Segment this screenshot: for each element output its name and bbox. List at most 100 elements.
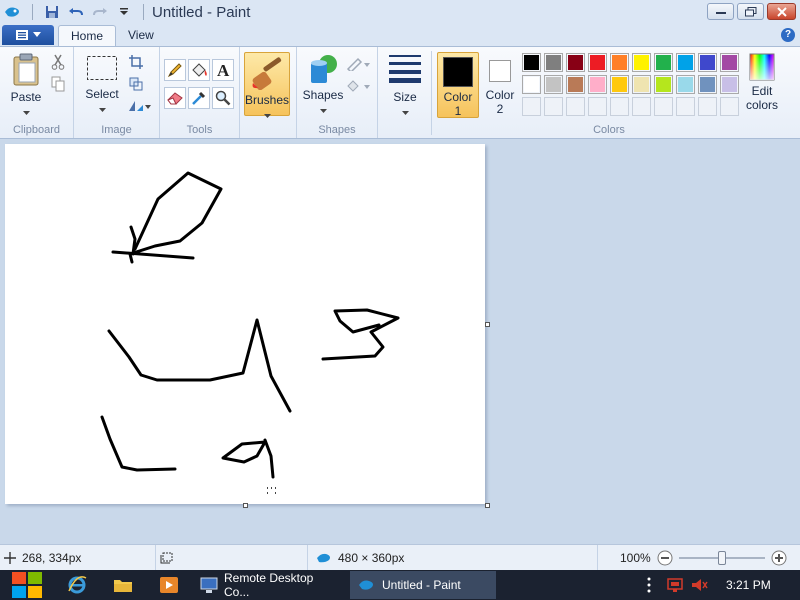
palette-swatch[interactable] [654,75,673,94]
cursor-position-text: 268, 334px [22,550,82,565]
palette-swatch-empty[interactable] [588,97,607,116]
palette-swatch[interactable] [610,53,629,72]
volume-tray-icon[interactable] [690,577,708,596]
paste-button[interactable]: Paste [6,53,46,118]
palette-swatch[interactable] [588,53,607,72]
palette-swatch[interactable] [676,53,695,72]
palette-swatch[interactable] [698,53,717,72]
zoom-controls: 100% [598,545,787,570]
palette-swatch[interactable] [566,75,585,94]
palette-swatch-empty[interactable] [566,97,585,116]
palette-swatch[interactable] [720,75,739,94]
color2-button[interactable]: Color 2 [481,52,519,118]
media-player-icon [160,577,178,593]
pencil-tool[interactable] [164,59,186,81]
fill-shape-button[interactable] [345,77,371,95]
save-icon[interactable] [43,3,61,21]
palette-swatch[interactable] [566,53,585,72]
edit-colors-button[interactable]: Edit colors [742,53,782,112]
palette-swatch-empty[interactable] [522,97,541,116]
tab-home[interactable]: Home [58,25,117,46]
palette-swatch[interactable] [720,53,739,72]
image-group-label: Image [101,124,132,136]
palette-swatch[interactable] [544,53,563,72]
close-button[interactable] [767,3,796,20]
color1-swatch [443,57,473,87]
taskbar-paint[interactable]: Untitled - Paint [350,571,496,599]
shapes-icon [311,55,337,83]
customize-quick-access-icon[interactable] [115,3,133,21]
chevron-down-icon [319,109,327,113]
color2-swatch [489,60,511,82]
maximize-button[interactable] [737,3,764,20]
eraser-icon [167,92,183,105]
palette-swatch[interactable] [676,75,695,94]
palette-swatch-empty[interactable] [698,97,717,116]
palette-swatch-empty[interactable] [720,97,739,116]
palette-swatch[interactable] [544,75,563,94]
palette-swatch[interactable] [610,75,629,94]
shapes-group: Shapes Shapes [296,47,378,138]
palette-swatch[interactable] [632,75,651,94]
color1-button[interactable]: Color 1 [437,52,479,118]
zoom-out-button[interactable] [657,550,673,566]
zoom-slider[interactable] [678,550,765,566]
ribbon: Paste Clipboard Select Image A Tools Bru… [0,46,800,139]
paint-app-icon[interactable] [4,3,22,21]
start-button[interactable] [0,570,54,600]
minimize-button[interactable] [707,3,734,20]
workspace [0,140,800,544]
taskbar-media-player[interactable] [146,571,192,599]
palette-swatch[interactable] [632,53,651,72]
copy-button[interactable] [48,75,68,93]
taskbar-remote-desktop[interactable]: Remote Desktop Co... [192,571,350,599]
network-tray-icon[interactable] [666,577,684,596]
selection-size [156,545,308,570]
magnifier-tool[interactable] [212,87,234,109]
redo-icon[interactable] [91,3,109,21]
file-menu-icon [16,30,28,40]
shapes-button[interactable]: Shapes [301,53,345,116]
palette-swatch-empty[interactable] [632,97,651,116]
brushes-label: Brushes [245,93,290,107]
resize-handle-right[interactable] [485,322,490,327]
color-picker-tool[interactable] [188,87,210,109]
select-button[interactable]: Select [82,55,122,115]
palette-swatch[interactable] [654,53,673,72]
drawing-canvas[interactable] [5,144,485,504]
eraser-tool[interactable] [164,87,186,109]
crop-button[interactable] [126,53,146,71]
tab-view[interactable]: View [116,25,166,46]
paint-icon [359,580,373,590]
palette-swatch-empty[interactable] [654,97,673,116]
zoom-in-button[interactable] [771,550,787,566]
taskbar-clock[interactable]: 3:21 PM [726,578,771,592]
remote-desktop-icon [200,577,218,593]
taskbar-file-explorer[interactable] [100,571,146,599]
undo-icon[interactable] [67,3,85,21]
select-icon [87,56,117,80]
size-button[interactable]: Size [384,53,426,118]
resize-handle-corner[interactable] [485,503,490,508]
zoom-slider-thumb[interactable] [717,550,726,565]
color1-label: Color [443,90,473,104]
resize-handle-bottom[interactable] [243,503,248,508]
show-hidden-icons-button[interactable] [646,576,652,594]
cut-button[interactable] [48,53,68,71]
brushes-button[interactable]: Brushes [244,52,290,118]
palette-swatch[interactable] [698,75,717,94]
palette-swatch[interactable] [522,53,541,72]
palette-swatch-empty[interactable] [544,97,563,116]
outline-button[interactable] [345,55,371,73]
fill-tool[interactable] [188,59,210,81]
palette-swatch-empty[interactable] [610,97,629,116]
taskbar-internet-explorer[interactable] [54,571,100,599]
palette-swatch[interactable] [522,75,541,94]
resize-button[interactable] [126,75,146,93]
help-button[interactable]: ? [781,28,795,42]
text-tool[interactable]: A [212,59,234,81]
palette-swatch-empty[interactable] [676,97,695,116]
palette-swatch[interactable] [588,75,607,94]
rotate-button[interactable] [126,97,152,115]
file-menu-button[interactable] [2,25,54,45]
